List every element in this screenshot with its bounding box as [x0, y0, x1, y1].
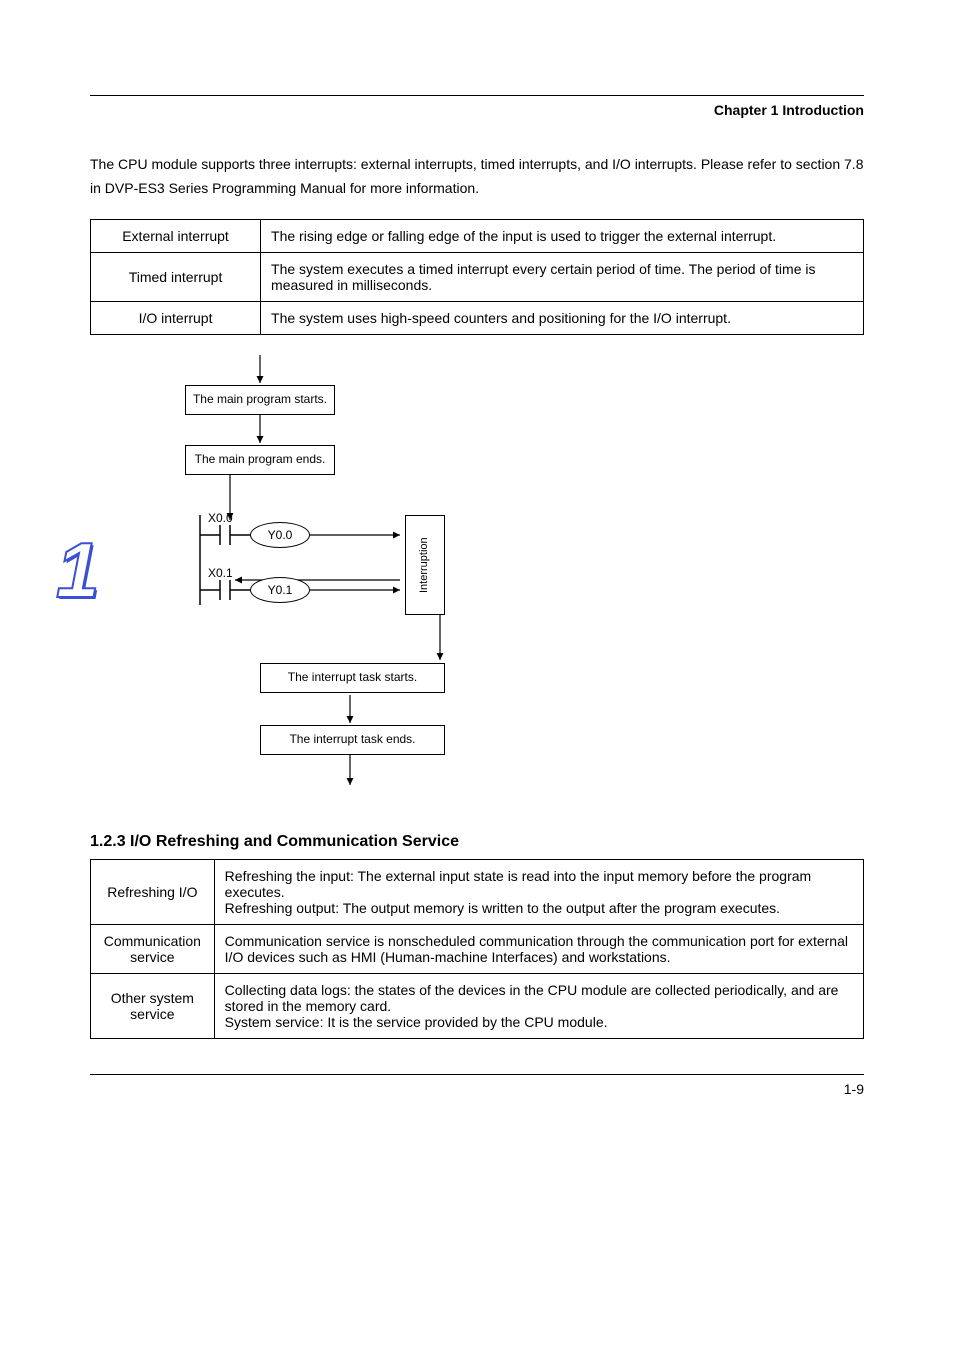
- interrupt-cell: The system uses high-speed counters and …: [261, 301, 864, 334]
- table-row: Refreshing I/O Refreshing the input: The…: [91, 859, 864, 924]
- interrupt-table: External interrupt The rising edge or fa…: [90, 219, 864, 335]
- flow-main-end: The main program ends.: [185, 445, 335, 475]
- page-content: Chapter 1 Introduction The CPU module su…: [0, 0, 954, 1137]
- table-row: I/O interrupt The system uses high-speed…: [91, 301, 864, 334]
- contact-label: X0.0: [208, 511, 233, 525]
- intro-paragraph: The CPU module supports three interrupts…: [90, 153, 864, 201]
- table-row: Timed interrupt The system executes a ti…: [91, 252, 864, 301]
- interrupt-cell: The rising edge or falling edge of the i…: [261, 219, 864, 252]
- header-rule: [90, 95, 864, 96]
- table-row: Other system service Collecting data log…: [91, 973, 864, 1038]
- refresh-cell: Communication service: [91, 924, 215, 973]
- refresh-cell: Communication service is nonscheduled co…: [214, 924, 863, 973]
- flow-main-start: The main program starts.: [185, 385, 335, 415]
- flow-int-end: The interrupt task ends.: [260, 725, 445, 755]
- refresh-table: Refreshing I/O Refreshing the input: The…: [90, 859, 864, 1039]
- flowchart: The main program starts. The main progra…: [130, 355, 670, 815]
- refresh-cell: Collecting data logs: the states of the …: [214, 973, 863, 1038]
- chapter-title: Chapter 1 Introduction: [90, 102, 864, 118]
- interrupt-cell: External interrupt: [91, 219, 261, 252]
- table-row: Communication service Communication serv…: [91, 924, 864, 973]
- flow-interruption: Interruption: [405, 515, 445, 615]
- refresh-cell: Other system service: [91, 973, 215, 1038]
- table-row: External interrupt The rising edge or fa…: [91, 219, 864, 252]
- coil-oval: Y0.0: [250, 522, 310, 548]
- section-heading: 1.2.3 I/O Refreshing and Communication S…: [90, 833, 864, 851]
- footer-rule: [90, 1074, 864, 1075]
- refresh-cell: Refreshing I/O: [91, 859, 215, 924]
- chapter-number-decorative: 1: [56, 525, 99, 616]
- refresh-cell: Refreshing the input: The external input…: [214, 859, 863, 924]
- coil-oval: Y0.1: [250, 577, 310, 603]
- footer: 1-9: [90, 1081, 864, 1097]
- flow-int-start: The interrupt task starts.: [260, 663, 445, 693]
- contact-label: X0.1: [208, 566, 233, 580]
- interrupt-cell: The system executes a timed interrupt ev…: [261, 252, 864, 301]
- page-number: 1-9: [844, 1081, 864, 1097]
- interrupt-cell: Timed interrupt: [91, 252, 261, 301]
- interrupt-cell: I/O interrupt: [91, 301, 261, 334]
